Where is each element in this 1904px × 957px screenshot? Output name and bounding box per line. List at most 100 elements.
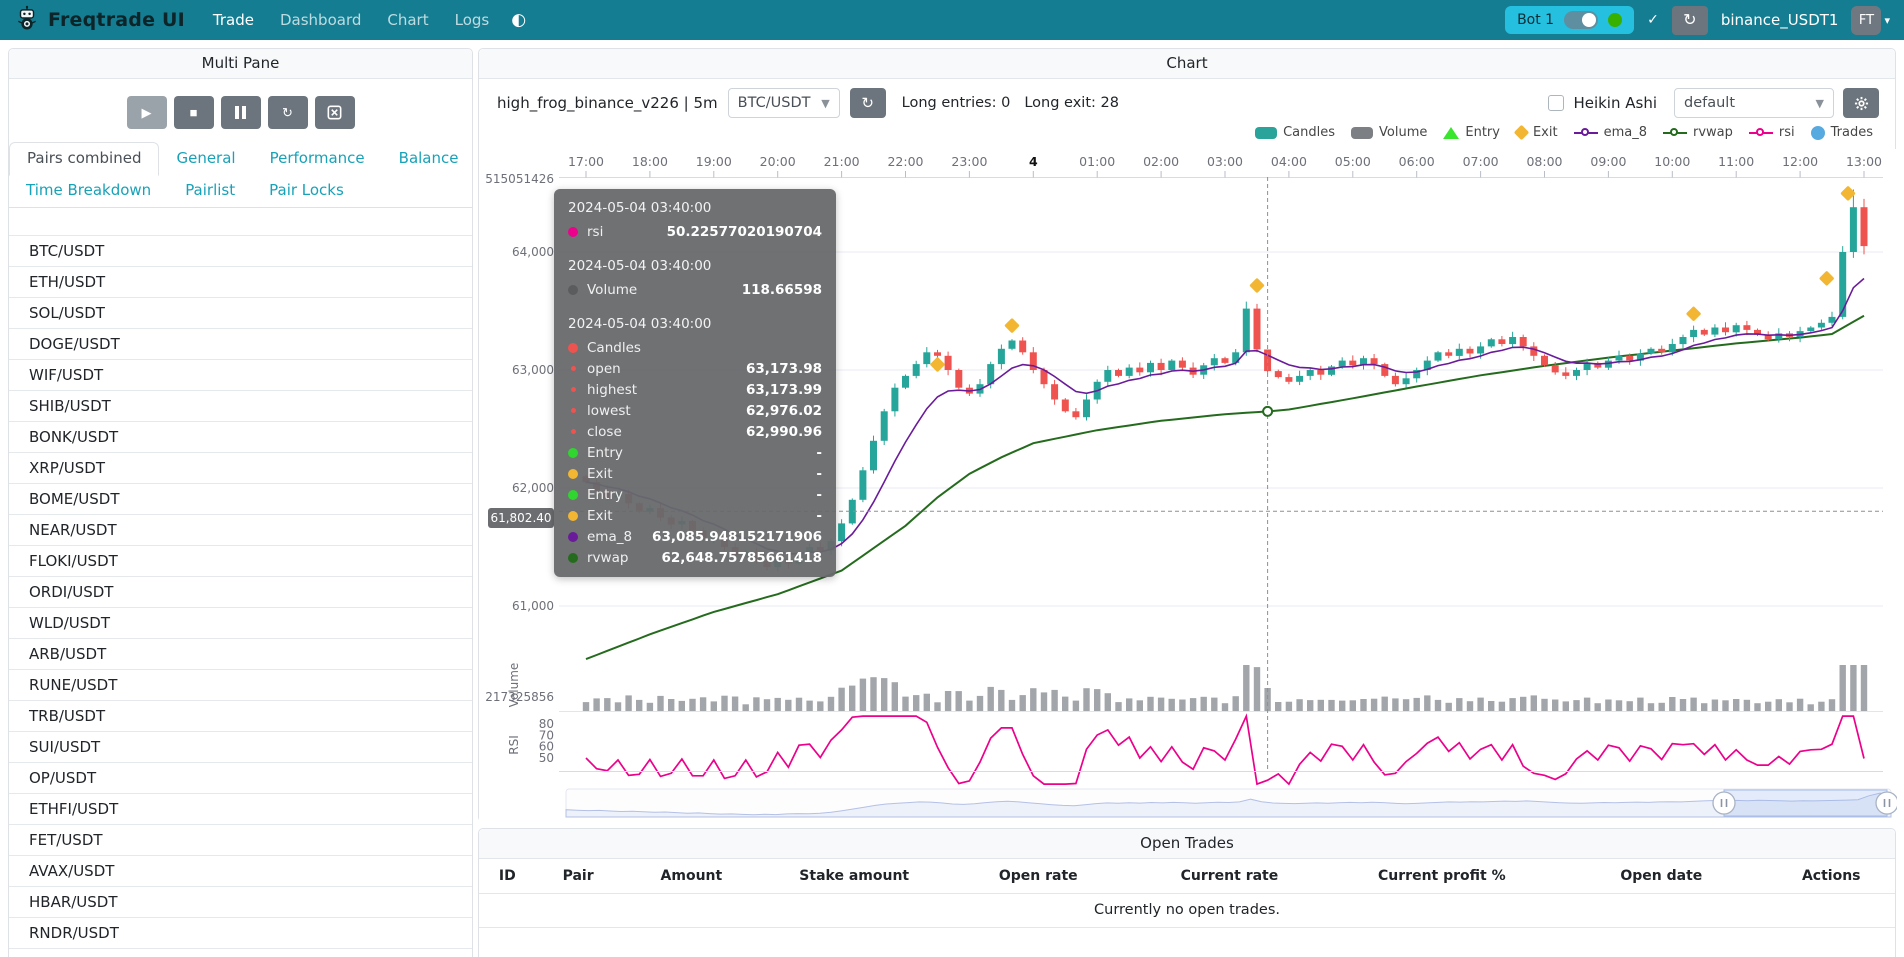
legend-item-ema_8[interactable]: ema_8 (1574, 125, 1647, 140)
open-trades-title: Open Trades (479, 829, 1895, 859)
svg-text:515051426: 515051426 (485, 172, 554, 186)
tooltip-time: 2024-05-04 03:40:00 (568, 200, 822, 216)
legend-item-rvwap[interactable]: rvwap (1663, 125, 1733, 140)
pair-list-item[interactable]: OP/USDT (9, 762, 472, 793)
pair-list-item[interactable]: BONK/USDT (9, 421, 472, 452)
pair-list-item[interactable]: FET/USDT (9, 824, 472, 855)
pair-list-item[interactable]: RUNE/USDT (9, 669, 472, 700)
refresh-chart-button[interactable]: ↻ (850, 88, 886, 118)
nav-link-chart[interactable]: Chart (387, 11, 428, 29)
trades-swatch-icon (1811, 126, 1825, 140)
pair-list-item[interactable]: WIF/USDT (9, 359, 472, 390)
pair-list-item[interactable]: SOL/USDT (9, 297, 472, 328)
exit-swatch-icon (1514, 125, 1530, 141)
legend-item-candles[interactable]: Candles (1255, 125, 1335, 140)
heikin-ashi-checkbox[interactable] (1548, 95, 1564, 111)
pair-list-item[interactable]: SUI/USDT (9, 731, 472, 762)
pair-list-item[interactable]: ETH/USDT (9, 266, 472, 297)
tab-balance[interactable]: Balance (382, 143, 476, 175)
pair-list-item[interactable]: WLD/USDT (9, 607, 472, 638)
crosshair-price-tag: 61,802.40 (488, 508, 554, 528)
pair-list-item[interactable]: AR/USDT (9, 948, 472, 957)
legend-item-entry[interactable]: Entry (1443, 125, 1500, 140)
svg-text:62,000: 62,000 (512, 481, 554, 495)
svg-text:12:00: 12:00 (1782, 154, 1818, 169)
plot-config-select[interactable]: default ▼ (1674, 88, 1834, 118)
nav-link-logs[interactable]: Logs (455, 11, 490, 29)
rvwap-swatch-icon (1663, 127, 1687, 139)
clear-log-button[interactable] (315, 96, 355, 129)
legend-item-exit[interactable]: Exit (1516, 125, 1558, 140)
theme-toggle-icon[interactable]: ◐ (511, 10, 526, 30)
login-name: binance_USDT1 (1721, 11, 1839, 29)
heikin-ashi-label: Heikin Ashi (1573, 94, 1657, 112)
datazoom-handle-right[interactable] (1876, 792, 1897, 814)
datazoom-handle-left[interactable] (1713, 792, 1735, 814)
svg-text:13:00: 13:00 (1846, 154, 1882, 169)
pair-list-item[interactable]: SHIB/USDT (9, 390, 472, 421)
pause-bot-button[interactable] (221, 96, 261, 129)
pair-list-item[interactable]: XRP/USDT (9, 452, 472, 483)
tab-pairs-combined[interactable]: Pairs combined (9, 142, 159, 176)
chart-panel: Chart high_frog_binance_v226 | 5m BTC/US… (478, 48, 1896, 822)
datazoom-selected-range[interactable] (1724, 790, 1887, 816)
chevron-down-icon: ▼ (821, 97, 829, 110)
pair-list-item[interactable]: TRB/USDT (9, 700, 472, 731)
brand: Freqtrade UI (14, 5, 185, 35)
tooltip-time: 2024-05-04 03:40:00 (568, 316, 822, 332)
bot-running-toggle[interactable] (1564, 11, 1598, 29)
tab-pairlist[interactable]: Pairlist (168, 175, 252, 207)
tooltip-row-lowest: lowest62,976.02 (568, 400, 822, 421)
svg-text:11:00: 11:00 (1718, 154, 1754, 169)
candles-swatch-icon (1255, 127, 1277, 139)
svg-text:50: 50 (539, 751, 554, 765)
pair-list-item[interactable]: ARB/USDT (9, 638, 472, 669)
app-root: Freqtrade UI Trade Dashboard Chart Logs ◐ B… (0, 0, 1904, 957)
column-header-actions: Actions (1768, 859, 1896, 894)
pair-list-item[interactable]: DOGE/USDT (9, 328, 472, 359)
pair-list-item[interactable]: NEAR/USDT (9, 514, 472, 545)
rvwap-hover-point (1263, 407, 1272, 416)
pair-list-item[interactable]: ETHFI/USDT (9, 793, 472, 824)
avatar[interactable]: FT (1851, 6, 1881, 35)
pair-list-item[interactable]: AVAX/USDT (9, 855, 472, 886)
legend-item-trades[interactable]: Trades (1811, 125, 1873, 140)
start-bot-button[interactable]: ▶ (127, 96, 167, 129)
column-header-open-date: Open date (1555, 859, 1767, 894)
pair-list-item[interactable]: RNDR/USDT (9, 917, 472, 948)
tab-time-breakdown[interactable]: Time Breakdown (9, 175, 168, 207)
pair-list-item[interactable]: HBAR/USDT (9, 886, 472, 917)
svg-text:08:00: 08:00 (1526, 154, 1562, 169)
nav-link-trade[interactable]: Trade (213, 11, 254, 29)
chevron-down-icon: ▼ (1816, 97, 1824, 110)
tooltip-row-close: close62,990.96 (568, 421, 822, 442)
refresh-button[interactable]: ↻ (1672, 6, 1708, 35)
column-header-pair: Pair (536, 859, 621, 894)
legend-item-volume[interactable]: Volume (1351, 125, 1427, 140)
pair-list-item[interactable]: ORDI/USDT (9, 576, 472, 607)
pair-list-item[interactable]: BOME/USDT (9, 483, 472, 514)
svg-text:07:00: 07:00 (1463, 154, 1499, 169)
legend-item-rsi[interactable]: rsi (1749, 125, 1795, 140)
signal-counts: Long entries: 0 Long exit: 28 (902, 95, 1119, 111)
svg-text:01:00: 01:00 (1079, 154, 1115, 169)
reload-config-button[interactable]: ↻ (268, 96, 308, 129)
stop-bot-button[interactable]: ■ (174, 96, 214, 129)
svg-text:23:00: 23:00 (951, 154, 987, 169)
entry-swatch-icon (1443, 127, 1459, 139)
pair-select[interactable]: BTC/USDT ▼ (728, 88, 840, 118)
tooltip-row-ema_8: ema_863,085.948152171906 (568, 526, 822, 547)
nav-link-dashboard[interactable]: Dashboard (280, 11, 361, 29)
tab-general[interactable]: General (159, 143, 252, 175)
tab-performance[interactable]: Performance (253, 143, 382, 175)
tooltip-row-entry: Entry- (568, 442, 822, 463)
pair-list-item[interactable]: BTC/USDT (9, 235, 472, 266)
pair-list-item[interactable]: FLOKI/USDT (9, 545, 472, 576)
tab-pair-locks[interactable]: Pair Locks (252, 175, 361, 207)
bot-selector-chip[interactable]: Bot 1 (1505, 6, 1634, 34)
column-header-open-rate: Open rate (946, 859, 1130, 894)
svg-text:21:00: 21:00 (824, 154, 860, 169)
column-header-amount: Amount (621, 859, 763, 894)
plot-settings-gear-button[interactable] (1843, 88, 1879, 118)
user-menu[interactable]: FT ▾ (1851, 6, 1890, 35)
